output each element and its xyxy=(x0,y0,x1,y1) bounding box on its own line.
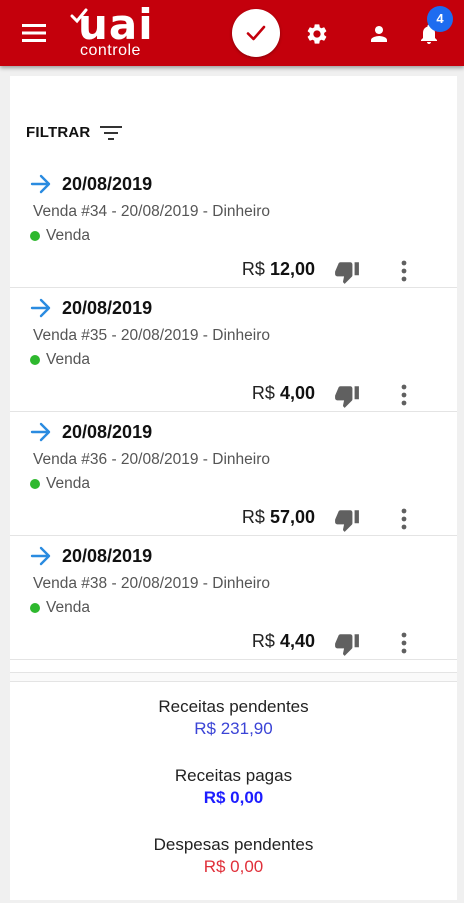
item-type: Venda xyxy=(46,475,90,492)
amount-value: 4,00 xyxy=(279,383,315,403)
item-type: Venda xyxy=(46,227,90,244)
item-description: Venda #34 - 20/08/2019 - Dinheiro xyxy=(33,203,270,220)
item-date: 20/08/2019 xyxy=(62,546,153,566)
list-item[interactable]: 20/08/2019 Venda #35 - 20/08/2019 - Dinh… xyxy=(10,288,457,412)
status-dot xyxy=(30,231,40,241)
transaction-list: 20/08/2019 Venda #34 - 20/08/2019 - Dinh… xyxy=(10,164,457,660)
status-dot xyxy=(30,355,40,365)
app-logo: uai controle xyxy=(70,2,158,62)
logo-subtext: controle xyxy=(80,42,141,59)
amount-value: 12,00 xyxy=(269,259,315,279)
amount-value: 57,00 xyxy=(269,507,315,527)
thumb-down-icon[interactable] xyxy=(332,383,362,409)
item-date: 20/08/2019 xyxy=(62,298,153,318)
summary-value: R$ 0,00 xyxy=(203,857,264,876)
item-description: Venda #35 - 20/08/2019 - Dinheiro xyxy=(33,327,270,344)
item-amount: R$ 4,00 xyxy=(252,383,315,404)
arrow-right-icon xyxy=(30,298,51,318)
currency-label: R$ xyxy=(251,383,275,403)
main-panel: FILTRAR 20/08/2019 Venda #34 - 20/08/201… xyxy=(10,76,457,900)
thumb-down-icon[interactable] xyxy=(332,631,362,657)
more-vert-icon[interactable] xyxy=(401,260,407,282)
item-type: Venda xyxy=(46,351,90,368)
arrow-right-icon xyxy=(30,174,51,194)
status-dot xyxy=(30,479,40,489)
item-description: Venda #38 - 20/08/2019 - Dinheiro xyxy=(33,575,270,592)
currency-label: R$ xyxy=(241,507,265,527)
list-item[interactable]: 20/08/2019 Venda #38 - 20/08/2019 - Dinh… xyxy=(10,536,457,660)
more-vert-icon[interactable] xyxy=(401,508,407,530)
item-amount: R$ 57,00 xyxy=(242,507,315,528)
item-amount: R$ 4,40 xyxy=(252,631,315,652)
check-icon xyxy=(246,25,266,41)
arrow-right-icon xyxy=(30,546,51,566)
notification-badge: 4 xyxy=(427,6,453,32)
more-vert-icon[interactable] xyxy=(401,632,407,654)
item-date: 20/08/2019 xyxy=(62,174,153,194)
item-amount: R$ 12,00 xyxy=(242,259,315,280)
summary-receitas-pagas: Receitas pagas R$ 0,00 xyxy=(10,765,457,834)
person-icon[interactable] xyxy=(367,22,391,46)
filter-label: FILTRAR xyxy=(26,123,91,141)
thumb-down-icon[interactable] xyxy=(332,507,362,533)
arrow-right-icon xyxy=(30,422,51,442)
more-vert-icon[interactable] xyxy=(401,384,407,406)
currency-label: R$ xyxy=(241,259,265,279)
top-app-bar: uai controle 4 xyxy=(0,0,464,66)
section-divider xyxy=(10,672,457,682)
summary-label: Receitas pagas xyxy=(174,766,293,785)
summary-receitas-pendentes: Receitas pendentes R$ 231,90 xyxy=(10,696,457,765)
item-type: Venda xyxy=(46,599,90,616)
menu-icon[interactable] xyxy=(22,24,46,42)
summary-despesas-pendentes: Despesas pendentes R$ 0,00 xyxy=(10,834,457,903)
gear-icon[interactable] xyxy=(305,22,329,46)
item-description: Venda #36 - 20/08/2019 - Dinheiro xyxy=(33,451,270,468)
confirm-button[interactable] xyxy=(232,9,280,57)
status-dot xyxy=(30,603,40,613)
thumb-down-icon[interactable] xyxy=(332,259,362,285)
summary-value: R$ 231,90 xyxy=(194,719,273,738)
item-date: 20/08/2019 xyxy=(62,422,153,442)
summary-label: Despesas pendentes xyxy=(153,835,314,854)
summary-section: Receitas pendentes R$ 231,90 Receitas pa… xyxy=(10,696,457,903)
amount-value: 4,40 xyxy=(279,631,315,651)
list-item[interactable]: 20/08/2019 Venda #36 - 20/08/2019 - Dinh… xyxy=(10,412,457,536)
list-item[interactable]: 20/08/2019 Venda #34 - 20/08/2019 - Dinh… xyxy=(10,164,457,288)
filter-button[interactable]: FILTRAR xyxy=(26,120,123,144)
summary-label: Receitas pendentes xyxy=(158,697,309,716)
summary-value: R$ 0,00 xyxy=(203,788,264,807)
currency-label: R$ xyxy=(251,631,275,651)
filter-icon xyxy=(100,126,123,140)
